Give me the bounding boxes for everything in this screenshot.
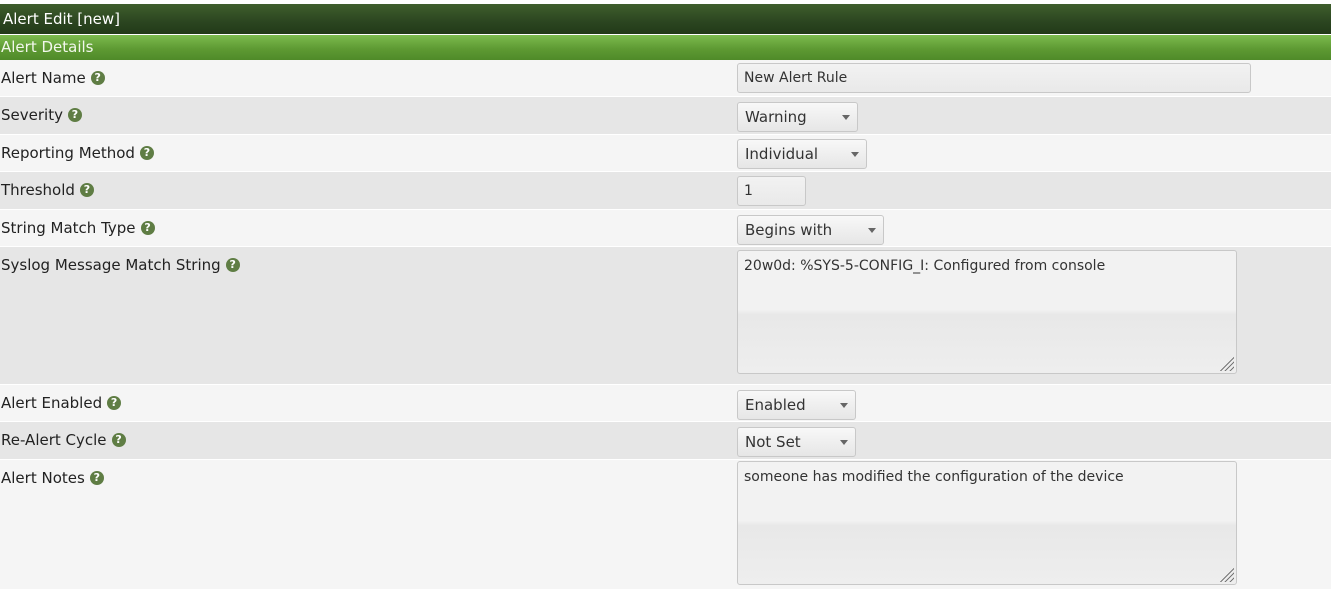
- help-icon[interactable]: ?: [67, 108, 82, 122]
- help-icon[interactable]: ?: [111, 433, 126, 447]
- chevron-down-icon: [840, 439, 848, 445]
- alert-notes-label: Alert Notes: [1, 469, 85, 487]
- resize-grip-icon[interactable]: [1218, 355, 1234, 371]
- syslog-match-string-textarea[interactable]: 20w0d: %SYS-5-CONFIG_I: Configured from …: [737, 250, 1237, 374]
- severity-label-wrap: Severity ?: [1, 97, 82, 133]
- row-alert-name: Alert Name ? New Alert Rule: [0, 60, 1331, 97]
- help-icon[interactable]: ?: [107, 396, 122, 410]
- window-title: Alert Edit [new]: [0, 4, 1331, 34]
- alert-enabled-label: Alert Enabled: [1, 394, 103, 412]
- realert-cycle-label: Re-Alert Cycle: [1, 431, 107, 449]
- chevron-down-icon: [868, 227, 876, 233]
- help-icon[interactable]: ?: [225, 258, 240, 272]
- help-icon[interactable]: ?: [139, 146, 154, 160]
- alert-notes-value: someone has modified the configuration o…: [744, 469, 1124, 485]
- threshold-input[interactable]: 1: [737, 176, 806, 206]
- alert-enabled-select[interactable]: Enabled: [737, 390, 856, 420]
- alert-notes-textarea[interactable]: someone has modified the configuration o…: [737, 461, 1237, 585]
- string-match-type-label-wrap: String Match Type ?: [1, 210, 155, 246]
- realert-cycle-select[interactable]: Not Set: [737, 427, 856, 457]
- alert-name-label-wrap: Alert Name ?: [1, 60, 105, 96]
- string-match-type-label: String Match Type: [1, 219, 136, 237]
- alert-name-label: Alert Name: [1, 69, 86, 87]
- help-icon[interactable]: ?: [140, 221, 155, 235]
- string-match-type-select[interactable]: Begins with: [737, 215, 884, 245]
- alert-enabled-value: Enabled: [745, 396, 806, 414]
- row-string-match-type: String Match Type ? Begins with: [0, 210, 1331, 247]
- severity-select[interactable]: Warning: [737, 102, 858, 132]
- reporting-method-value: Individual: [745, 145, 819, 163]
- severity-label: Severity: [1, 106, 63, 124]
- reporting-method-label-wrap: Reporting Method ?: [1, 135, 154, 171]
- reporting-method-label: Reporting Method: [1, 144, 135, 162]
- severity-value: Warning: [745, 108, 807, 126]
- threshold-label-wrap: Threshold ?: [1, 172, 94, 208]
- row-severity: Severity ? Warning: [0, 97, 1331, 135]
- chevron-down-icon: [851, 151, 859, 157]
- help-icon[interactable]: ?: [79, 183, 94, 197]
- realert-cycle-label-wrap: Re-Alert Cycle ?: [1, 422, 126, 458]
- help-icon[interactable]: ?: [89, 471, 104, 485]
- syslog-match-string-label: Syslog Message Match String: [1, 256, 221, 274]
- section-header: Alert Details: [0, 35, 1331, 60]
- reporting-method-select[interactable]: Individual: [737, 139, 867, 169]
- syslog-match-string-value: 20w0d: %SYS-5-CONFIG_I: Configured from …: [744, 258, 1106, 274]
- threshold-label: Threshold: [1, 181, 75, 199]
- alert-notes-label-wrap: Alert Notes ?: [1, 460, 104, 496]
- alert-name-input[interactable]: New Alert Rule: [737, 63, 1251, 93]
- row-syslog-match-string: Syslog Message Match String ? 20w0d: %SY…: [0, 247, 1331, 385]
- help-icon[interactable]: ?: [90, 71, 105, 85]
- row-threshold: Threshold ? 1: [0, 172, 1331, 210]
- resize-grip-icon[interactable]: [1218, 566, 1234, 582]
- realert-cycle-value: Not Set: [745, 433, 801, 451]
- row-reporting-method: Reporting Method ? Individual: [0, 135, 1331, 172]
- string-match-type-value: Begins with: [745, 221, 833, 239]
- row-alert-enabled: Alert Enabled ? Enabled: [0, 385, 1331, 422]
- row-realert-cycle: Re-Alert Cycle ? Not Set: [0, 422, 1331, 460]
- alert-enabled-label-wrap: Alert Enabled ?: [1, 385, 122, 421]
- chevron-down-icon: [842, 114, 850, 120]
- syslog-match-string-label-wrap: Syslog Message Match String ?: [1, 247, 240, 283]
- row-alert-notes: Alert Notes ? someone has modified the c…: [0, 460, 1331, 589]
- chevron-down-icon: [840, 402, 848, 408]
